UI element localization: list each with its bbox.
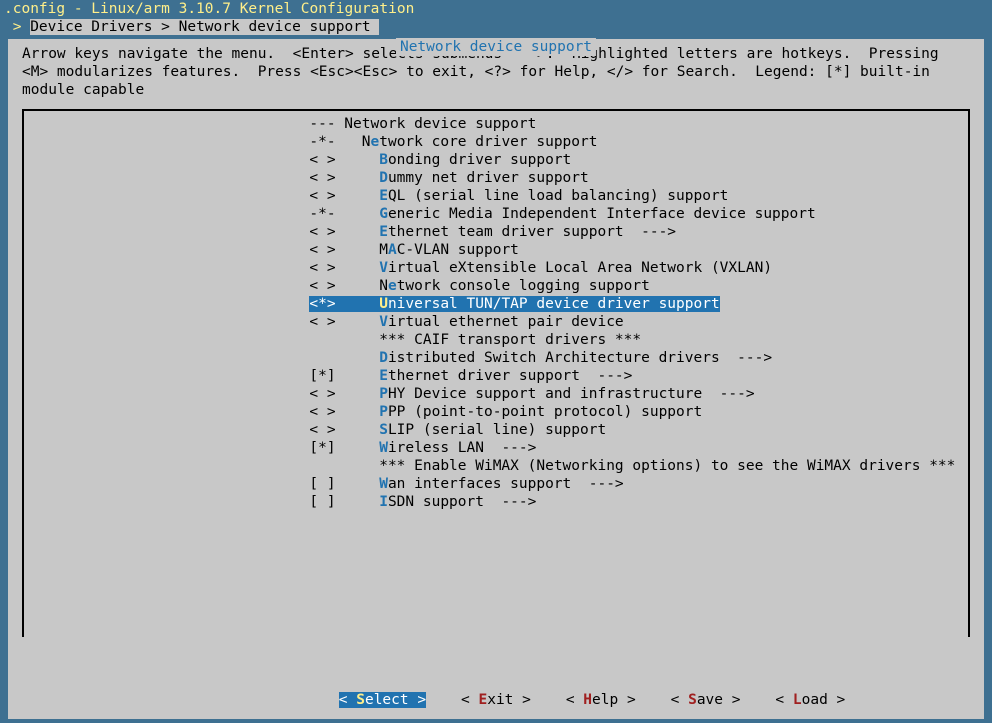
panel-title: Network device support [396,38,596,56]
menu-item[interactable]: < > Ethernet team driver support ---> [24,223,968,241]
config-panel: Network device support Arrow keys naviga… [8,39,984,719]
menu-item[interactable]: < > Virtual ethernet pair device [24,313,968,331]
menu-item[interactable]: --- Network device support [24,115,968,133]
window-title: .config - Linux/arm 3.10.7 Kernel Config… [0,0,992,18]
menu-item[interactable]: Distributed Switch Architecture drivers … [24,349,968,367]
menu-item[interactable]: < > Dummy net driver support [24,169,968,187]
menu-item[interactable]: -*- Generic Media Independent Interface … [24,205,968,223]
menu-item[interactable]: < > Network console logging support [24,277,968,295]
menu-item[interactable]: [*] Wireless LAN ---> [24,439,968,457]
menu-item[interactable]: *** Enable WiMAX (Networking options) to… [24,457,968,475]
button-elect[interactable]: < Select > [339,692,426,708]
menu-item[interactable]: *** CAIF transport drivers *** [24,331,968,349]
menu-item[interactable]: -*- Network core driver support [24,133,968,151]
breadcrumb: > Device Drivers > Network device suppor… [0,18,992,36]
menu-item[interactable]: <*> Universal TUN/TAP device driver supp… [24,295,968,313]
button-xit[interactable]: < Exit > [461,692,531,708]
menu-item[interactable]: < > Bonding driver support [24,151,968,169]
button-bar: < Select > < Exit > < Help > < Save > < … [8,691,984,709]
menu-item[interactable]: [ ] ISDN support ---> [24,493,968,511]
menu-item[interactable]: < > MAC-VLAN support [24,241,968,259]
menu-item[interactable]: < > PHY Device support and infrastructur… [24,385,968,403]
menu-item[interactable]: < > EQL (serial line load balancing) sup… [24,187,968,205]
menu-list[interactable]: --- Network device support -*- Network c… [22,109,970,637]
menu-item[interactable]: [*] Ethernet driver support ---> [24,367,968,385]
menu-item[interactable]: < > SLIP (serial line) support [24,421,968,439]
button-elp[interactable]: < Help > [566,692,636,708]
button-oad[interactable]: < Load > [775,692,845,708]
button-ave[interactable]: < Save > [671,692,741,708]
menu-item[interactable]: [ ] Wan interfaces support ---> [24,475,968,493]
menu-item[interactable]: < > PPP (point-to-point protocol) suppor… [24,403,968,421]
breadcrumb-path: Device Drivers > Network device support [30,19,379,35]
menu-item[interactable]: < > Virtual eXtensible Local Area Networ… [24,259,968,277]
